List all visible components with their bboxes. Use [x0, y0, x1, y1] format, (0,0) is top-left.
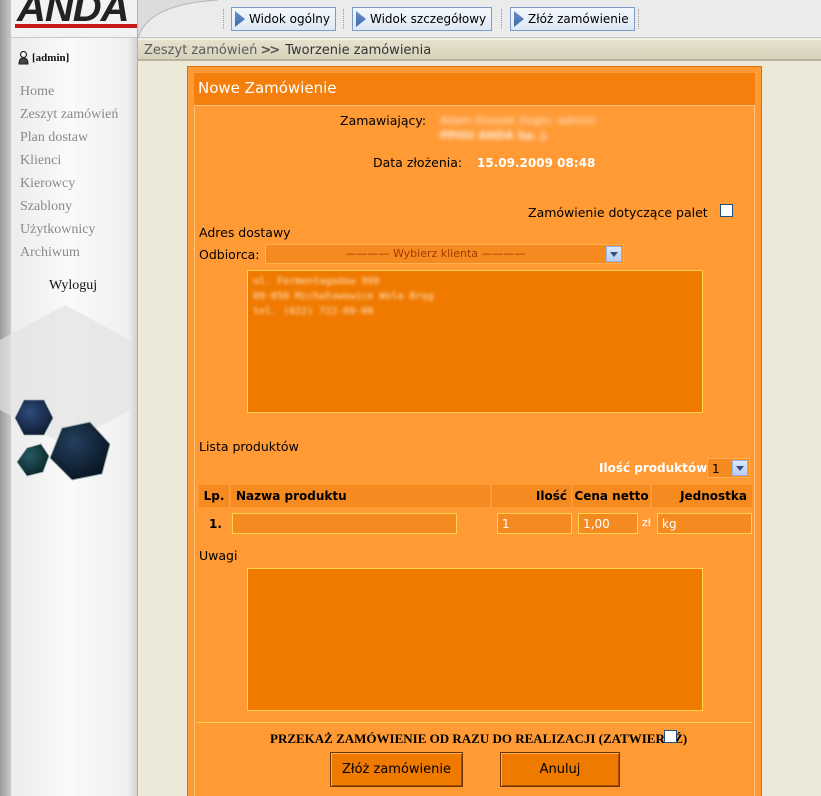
overview-button-label: Widok ogólny	[249, 12, 330, 26]
place-order-toolbar-button[interactable]: Złóż zamówienie	[510, 7, 635, 31]
recipient-label: Odbiorca:	[199, 247, 260, 262]
date-label: Data złożenia:	[373, 155, 463, 170]
row-lp: 1.	[209, 517, 222, 531]
notes-heading: Uwagi	[199, 548, 238, 563]
orderer-label: Zamawiający:	[340, 113, 427, 128]
quantity-input[interactable]: 1	[497, 513, 572, 534]
product-count-select[interactable]: 1	[707, 458, 750, 478]
breadcrumb-current: Tworzenie zamówienia	[285, 43, 432, 58]
product-count-value: 1	[712, 462, 720, 476]
unit-input[interactable]: kg	[657, 513, 752, 534]
chevron-down-icon[interactable]	[606, 246, 622, 262]
column-header-qty: Ilość	[492, 485, 571, 507]
recipient-select[interactable]: ———— Wybierz klienta ————	[265, 244, 624, 264]
sidebar-item-drivers[interactable]: Kierowcy	[20, 176, 118, 199]
product-count-label: Ilość produktów:	[599, 461, 712, 475]
toolbar-separator	[501, 9, 503, 29]
toolbar-separator	[223, 9, 225, 29]
logo-underline	[15, 24, 137, 28]
submit-order-button[interactable]: Złóż zamówienie	[330, 752, 463, 787]
breadcrumb-separator: >>	[260, 43, 280, 58]
column-header-lp: Lp.	[199, 485, 229, 507]
pallet-order-label: Zamówienie dotyczące palet	[528, 205, 708, 220]
current-user: [admin]	[18, 51, 69, 65]
column-header-price: Cena netto	[573, 485, 650, 507]
breadcrumb: Zeszyt zamówień >> Tworzenie zamówienia	[138, 39, 821, 61]
sidebar-item-delivery-plan[interactable]: Plan dostaw	[20, 130, 118, 153]
order-panel-title: Nowe Zamówienie	[198, 79, 337, 97]
sidebar-item-archive[interactable]: Archiwum	[20, 245, 118, 268]
delivery-address-textarea[interactable]: ul. Fermentagadow 999 09-050 Michałowowi…	[247, 270, 703, 413]
hexagons-decoration	[14, 399, 111, 481]
sidebar-item-clients[interactable]: Klienci	[20, 153, 118, 176]
notes-textarea[interactable]	[247, 568, 703, 711]
logout-link[interactable]: Wyloguj	[49, 278, 97, 294]
toolbar-curve	[138, 0, 218, 38]
logo-area: ANDA	[11, 0, 137, 38]
order-panel-header: Nowe Zamówienie	[194, 73, 755, 106]
address-line-1: ul. Fermentagadow 999	[253, 276, 380, 287]
detailed-view-button[interactable]: Widok szczegółowy	[352, 7, 493, 31]
breadcrumb-orders-book[interactable]: Zeszyt zamówień	[144, 43, 257, 58]
column-header-unit: Jednostka	[652, 485, 752, 507]
top-toolbar: Widok ogólny Widok szczegółowy Złóż zamó…	[138, 0, 821, 38]
address-line-2: 09-050 Michałowowice Wola Bręg	[253, 291, 434, 302]
sidebar-item-templates[interactable]: Szablony	[20, 199, 118, 222]
confirm-immediately-label: PRZEKAŻ ZAMÓWIENIE OD RAZU DO REALIZACJI…	[270, 731, 688, 746]
products-heading: Lista produktów	[199, 439, 299, 454]
sidebar: ANDA [admin] Home Zeszyt zamówień Plan d…	[0, 0, 138, 796]
recipient-select-value: ———— Wybierz klienta ————	[345, 247, 526, 260]
overview-button[interactable]: Widok ogólny	[231, 7, 336, 31]
sidebar-item-home[interactable]: Home	[20, 84, 118, 107]
orderer-value-line2: PPHU ANDA Sp. j.	[440, 129, 550, 142]
place-order-toolbar-label: Złóż zamówienie	[528, 12, 629, 26]
chevron-down-icon[interactable]	[732, 460, 748, 476]
username-label: [admin]	[32, 52, 70, 64]
currency-label: zł	[642, 516, 651, 529]
net-price-input[interactable]: 1,00	[578, 513, 638, 534]
column-header-name: Nazwa produktu	[231, 485, 490, 507]
orderer-value-line1: Adam Duszak (login: admin)	[440, 114, 596, 127]
confirm-immediately-checkbox[interactable]	[664, 730, 677, 743]
detailed-view-button-label: Widok szczegółowy	[370, 12, 487, 26]
product-name-input[interactable]	[232, 513, 457, 534]
sidebar-item-users[interactable]: Użytkownicy	[20, 222, 118, 245]
address-line-3: tel. (022) 722-09-00	[253, 306, 374, 317]
arrow-icon	[235, 11, 245, 27]
sidebar-item-orders-book[interactable]: Zeszyt zamówień	[20, 107, 118, 130]
delivery-address-heading: Adres dostawy	[199, 225, 291, 240]
cancel-button[interactable]: Anuluj	[500, 752, 620, 787]
arrow-icon	[356, 11, 366, 27]
form-divider	[197, 722, 752, 723]
sidebar-nav: Home Zeszyt zamówień Plan dostaw Klienci…	[20, 84, 118, 268]
pallet-order-checkbox[interactable]	[720, 204, 733, 217]
date-value: 15.09.2009 08:48	[477, 156, 596, 170]
toolbar-separator	[638, 9, 640, 29]
toolbar-separator	[343, 9, 345, 29]
arrow-icon	[514, 11, 524, 27]
user-icon	[18, 51, 29, 65]
